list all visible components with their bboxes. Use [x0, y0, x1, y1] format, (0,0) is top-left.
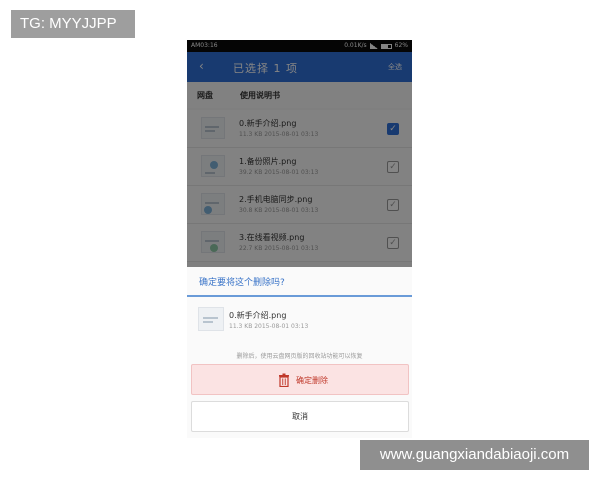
cancel-button[interactable]: 取消	[191, 401, 409, 432]
dialog-hint: 删除后，使用云盘网页版的回收站功能可以恢复	[236, 353, 363, 360]
tg-label: TG: MYYJJPP	[11, 10, 135, 38]
file-thumbnail	[198, 307, 224, 331]
dialog-title: 确定要将这个删除吗?	[199, 278, 285, 288]
confirm-delete-label: 确定删除	[296, 376, 328, 385]
phone-screen: AM03:16 0.01K/s 62% ‹ 已选择 1 项 全选 网盘 使用说明…	[187, 40, 412, 438]
dialog-file-meta: 11.3 KB 2015-08-01 03:13	[229, 323, 309, 330]
delete-dialog: 确定要将这个删除吗? 0.新手介绍.png 11.3 KB 2015-08-01…	[187, 267, 412, 438]
confirm-delete-button[interactable]: 确定删除	[191, 364, 409, 395]
trash-icon	[279, 373, 289, 387]
dialog-file-name: 0.新手介绍.png	[229, 311, 287, 320]
dialog-divider	[187, 295, 412, 297]
modal-backdrop[interactable]	[187, 40, 412, 267]
watermark: www.guangxiandabiaoji.com	[360, 440, 589, 470]
